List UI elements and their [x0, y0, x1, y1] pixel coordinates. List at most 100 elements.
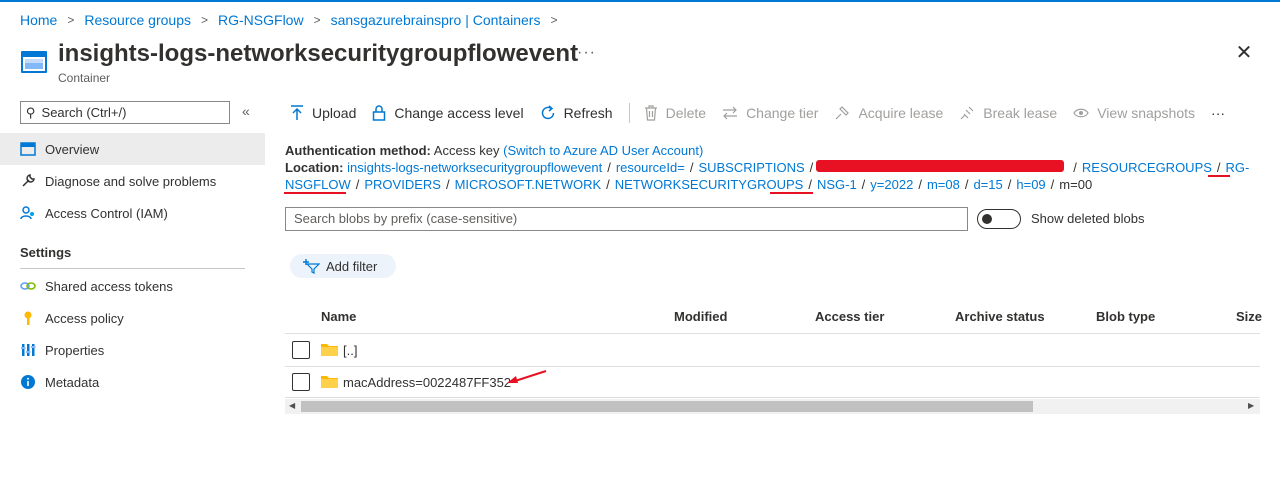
location-link-container[interactable]: insights-logs-networksecuritygroupflowev…: [347, 160, 602, 175]
column-header-access-tier[interactable]: Access tier: [815, 309, 884, 324]
add-filter-button[interactable]: Add filter: [290, 254, 396, 278]
toolbar-divider: [628, 103, 630, 123]
location-current-minute: m=00: [1059, 177, 1093, 192]
sidebar-item-label: Properties: [45, 342, 105, 358]
path-separator: /: [355, 177, 360, 192]
sidebar-search-input[interactable]: ⚲ Search (Ctrl+/): [20, 101, 230, 124]
add-filter-label: Add filter: [326, 258, 378, 274]
column-header-size[interactable]: Size: [1236, 309, 1262, 324]
column-header-archive-status[interactable]: Archive status: [955, 309, 1045, 324]
toolbar-more-button[interactable]: ···: [1211, 105, 1225, 121]
path-separator: /: [861, 177, 866, 192]
path-separator: /: [445, 177, 450, 192]
more-options-button[interactable]: ···: [577, 44, 596, 62]
sidebar-item-label: Overview: [45, 141, 100, 157]
row-checkbox[interactable]: [292, 373, 310, 391]
container-icon: [21, 51, 47, 73]
location-link-day[interactable]: d=15: [973, 177, 1002, 192]
location-line-1: Location: insights-logs-networksecurityg…: [285, 159, 1249, 176]
show-deleted-toggle[interactable]: [977, 209, 1021, 229]
acquire-lease-button[interactable]: Acquire lease: [834, 105, 943, 121]
overview-icon: [20, 142, 36, 156]
key-icon: [24, 311, 32, 325]
location-link-resource-group[interactable]: RG-: [1226, 160, 1250, 175]
change-tier-button[interactable]: Change tier: [722, 105, 818, 121]
breadcrumb-resource-group[interactable]: RG-NSGFlow: [218, 12, 304, 28]
path-separator: /: [809, 160, 814, 175]
scrollbar-thumb[interactable]: [301, 401, 1033, 412]
scroll-right-icon[interactable]: ▶: [1248, 401, 1254, 410]
more-icon: ···: [1211, 105, 1226, 121]
view-snapshots-button[interactable]: View snapshots: [1073, 105, 1195, 121]
breadcrumb-separator: >: [67, 13, 75, 27]
location-link-nsg[interactable]: NSG-1: [817, 177, 857, 192]
breadcrumb-containers[interactable]: sansgazurebrainspro | Containers: [331, 12, 541, 28]
sidebar-divider: [20, 268, 245, 269]
delete-label: Delete: [665, 105, 707, 121]
switch-auth-link[interactable]: (Switch to Azure AD User Account): [503, 143, 703, 158]
toggle-knob: [982, 214, 992, 224]
change-tier-label: Change tier: [746, 105, 819, 121]
sidebar-item-shared-access-tokens[interactable]: Shared access tokens: [0, 270, 265, 302]
redaction-bar: [816, 160, 1064, 172]
auth-method-value: Access key: [433, 143, 500, 158]
column-header-name[interactable]: Name: [321, 309, 356, 324]
folder-icon: [321, 376, 338, 388]
row-name[interactable]: [..]: [343, 343, 357, 358]
location-link-nsgs[interactable]: NETWORKSECURITYGROUPS: [615, 177, 804, 192]
break-lease-button[interactable]: Break lease: [959, 105, 1057, 121]
breadcrumb-separator: >: [313, 13, 321, 27]
path-separator: /: [918, 177, 922, 192]
location-link-resourcegroups[interactable]: RESOURCEGROUPS: [1082, 160, 1212, 175]
scroll-left-icon[interactable]: ◀: [289, 401, 295, 410]
sidebar-item-access-policy[interactable]: Access policy: [0, 302, 265, 334]
sidebar-search-placeholder: Search (Ctrl+/): [41, 105, 127, 120]
breadcrumb-resource-groups[interactable]: Resource groups: [84, 12, 191, 28]
location-link-resource-group-cont[interactable]: NSGFLOW: [285, 177, 351, 192]
row-checkbox[interactable]: [292, 341, 310, 359]
horizontal-scrollbar[interactable]: ◀ ▶: [285, 399, 1260, 414]
people-icon: [20, 206, 34, 220]
breadcrumb-separator: >: [201, 13, 209, 27]
break-lease-label: Break lease: [983, 105, 1058, 121]
path-separator: /: [689, 160, 694, 175]
path-separator: /: [1073, 160, 1077, 175]
sidebar-item-overview[interactable]: Overview: [0, 133, 265, 165]
refresh-button[interactable]: Refresh: [540, 105, 613, 121]
container-info: Authentication method: Access key (Switc…: [285, 142, 1249, 193]
sidebar-item-label: Diagnose and solve problems: [45, 173, 217, 189]
sidebar-item-diagnose[interactable]: Diagnose and solve problems: [0, 165, 265, 197]
location-link-year[interactable]: y=2022: [870, 177, 913, 192]
upload-button[interactable]: Upload: [290, 105, 356, 121]
trash-icon: [644, 105, 657, 121]
blob-prefix-search-input[interactable]: Search blobs by prefix (case-sensitive): [285, 207, 968, 231]
location-link-resourceid[interactable]: resourceId=: [616, 160, 685, 175]
collapse-sidebar-button[interactable]: «: [242, 103, 250, 119]
location-link-subscriptions[interactable]: SUBSCRIPTIONS: [698, 160, 804, 175]
eye-icon: [1073, 108, 1089, 118]
info-icon: [21, 375, 35, 389]
change-access-level-button[interactable]: Change access level: [372, 105, 524, 121]
upload-label: Upload: [312, 105, 357, 121]
sidebar-item-properties[interactable]: Properties: [0, 334, 265, 366]
sidebar-item-label: Shared access tokens: [45, 278, 173, 294]
close-button[interactable]: ✕: [1234, 43, 1254, 64]
location-link-hour[interactable]: h=09: [1016, 177, 1045, 192]
annotation-arrow: [507, 370, 547, 383]
location-link-microsoft-network[interactable]: MICROSOFT.NETWORK: [455, 177, 602, 192]
break-lease-icon: [960, 106, 974, 120]
delete-button[interactable]: Delete: [644, 105, 706, 121]
refresh-label: Refresh: [563, 105, 613, 121]
location-link-month[interactable]: m=08: [927, 177, 960, 192]
view-snapshots-label: View snapshots: [1097, 105, 1196, 121]
breadcrumb-home[interactable]: Home: [20, 12, 57, 28]
sidebar-item-label: Metadata: [45, 374, 100, 390]
row-name[interactable]: macAddress=0022487FF352: [343, 375, 511, 390]
sidebar-item-metadata[interactable]: Metadata: [0, 366, 265, 398]
page-subtitle: Container: [58, 71, 111, 85]
location-line-2: NSGFLOW / PROVIDERS / MICROSOFT.NETWORK / NETW…: [285, 176, 1245, 193]
sidebar-item-iam[interactable]: Access Control (IAM): [0, 197, 265, 229]
location-link-providers[interactable]: PROVIDERS: [364, 177, 441, 192]
column-header-modified[interactable]: Modified: [674, 309, 727, 324]
column-header-blob-type[interactable]: Blob type: [1096, 309, 1155, 324]
